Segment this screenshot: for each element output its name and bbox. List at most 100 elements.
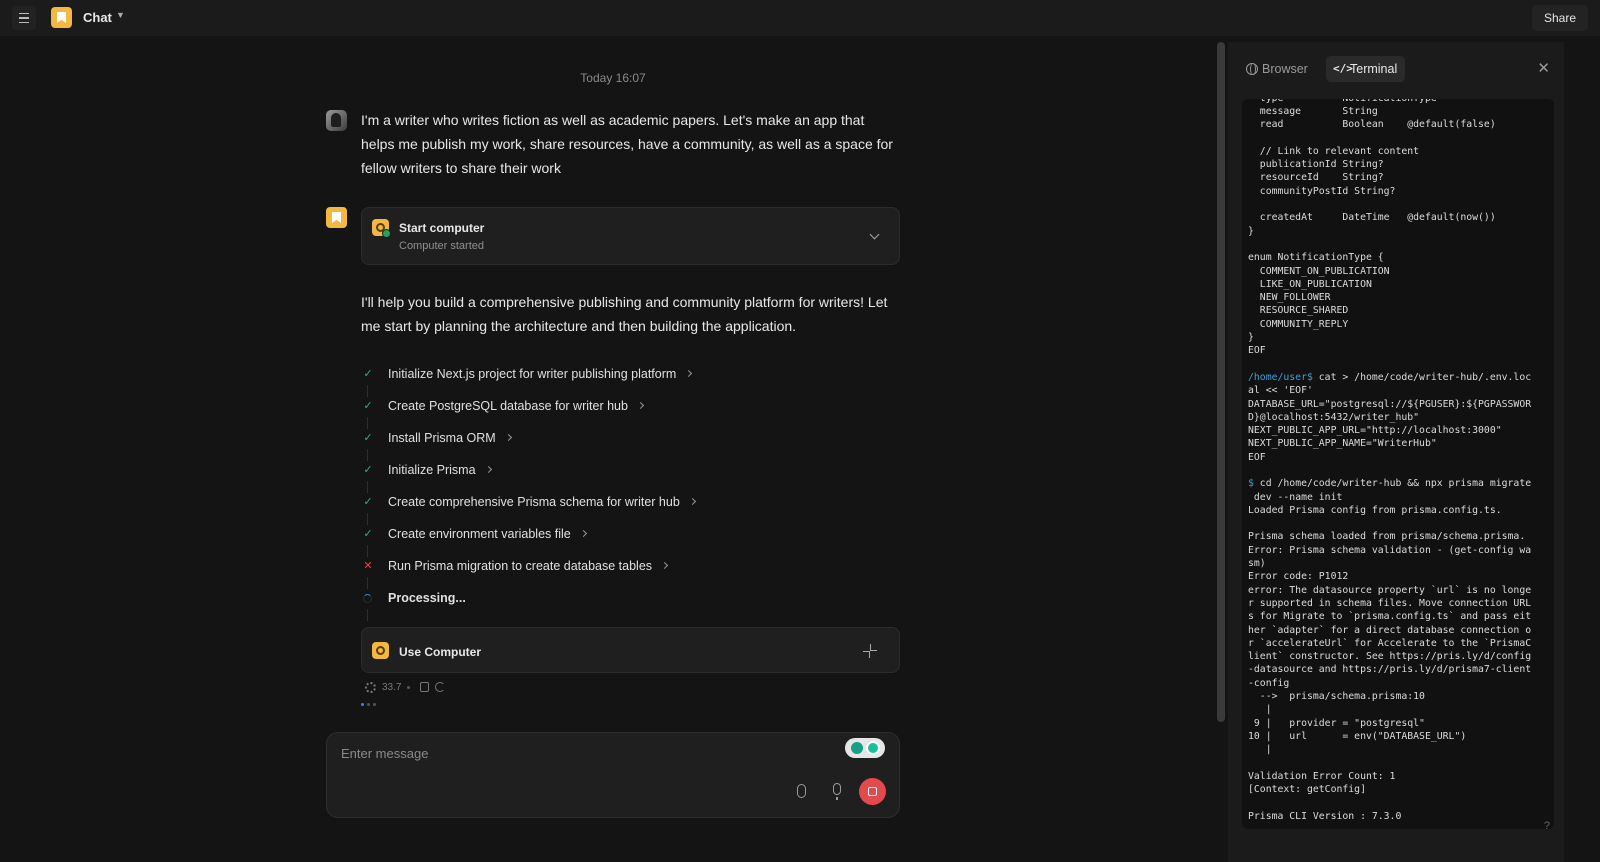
task-step[interactable]: ✓ Initialize Prisma (361, 459, 901, 493)
close-icon[interactable]: ✕ (1537, 59, 1550, 79)
chevron-right-icon[interactable] (579, 529, 587, 538)
step-label: Initialize Prisma (388, 463, 476, 477)
chevron-right-icon[interactable] (660, 561, 669, 570)
microphone-icon[interactable] (833, 783, 841, 800)
task-step[interactable]: ✓ Create comprehensive Prisma schema for… (361, 491, 901, 525)
user-message: I'm a writer who writes fiction as well … (361, 112, 893, 176)
task-step[interactable]: ✕ Run Prisma migration to create databas… (361, 555, 901, 589)
chevron-down-icon[interactable] (869, 229, 880, 240)
chat-scrollbar[interactable] (1217, 42, 1225, 722)
stop-button[interactable] (859, 778, 886, 805)
tab-terminal[interactable]: </> Terminal (1326, 56, 1406, 82)
check-icon: ✓ (363, 368, 373, 380)
task-step[interactable]: ✓ Create PostgreSQL database for writer … (361, 395, 901, 429)
terminal-line-text: -datasource and https://pris.ly/d/prisma… (1248, 664, 1532, 676)
terminal-line: | (1248, 743, 1548, 756)
terminal-line-text: DATABASE_URL="postgresql://${PGUSER}:${P… (1248, 398, 1532, 410)
check-icon: ✓ (363, 400, 373, 412)
step-label: Create comprehensive Prisma schema for w… (388, 495, 680, 509)
step-label: Install Prisma ORM (388, 431, 496, 445)
x-error-icon: ✕ (363, 560, 373, 572)
terminal-line-text: RESOURCE_SHARED (1248, 305, 1349, 317)
chevron-right-icon[interactable] (685, 369, 693, 378)
terminal-line: Error: Prisma schema validation - (get-c… (1248, 544, 1548, 557)
menu-icon[interactable] (12, 6, 36, 30)
app-logo-icon (51, 7, 72, 28)
tab-browser[interactable]: Browser (1238, 56, 1316, 82)
terminal-text: type NotificationType message String rea… (1248, 99, 1548, 823)
step-label: Create PostgreSQL database for writer hu… (388, 399, 628, 413)
terminal-line: Prisma CLI Version : 7.3.0 (1248, 810, 1548, 823)
task-step[interactable]: ✓ Install Prisma ORM (361, 427, 901, 461)
terminal-line: enum NotificationType { (1248, 251, 1548, 264)
terminal-line-text: read Boolean @default(false) (1248, 119, 1496, 131)
terminal-line-text: Validation Error Count: 1 (1248, 770, 1396, 782)
grammar-extension-icon[interactable] (845, 738, 885, 758)
stop-icon (868, 787, 877, 796)
terminal-line-text: } (1248, 225, 1254, 237)
terminal-line-text: LIKE_ON_PUBLICATION (1248, 278, 1372, 290)
credits-icon (365, 681, 376, 693)
terminal-line: sm) (1248, 557, 1548, 570)
help-icon[interactable]: ? (1544, 820, 1550, 832)
share-button[interactable]: Share (1531, 5, 1588, 31)
terminal-line-text: // Link to relevant content (1248, 145, 1420, 157)
terminal-line-text: her `adapter` for a direct database conn… (1248, 624, 1532, 636)
step-label: Initialize Next.js project for writer pu… (388, 367, 677, 381)
chevron-right-icon[interactable] (484, 465, 492, 474)
refresh-icon[interactable] (435, 682, 446, 692)
terminal-line-text: EOF (1248, 451, 1266, 463)
message-composer[interactable]: Enter message (326, 732, 900, 818)
use-computer-card[interactable]: Use Computer (361, 627, 900, 673)
typing-indicator (361, 703, 376, 706)
terminal-line: RESOURCE_SHARED (1248, 304, 1548, 317)
terminal-line-text: NEXT_PUBLIC_APP_URL="http://localhost:30… (1248, 425, 1502, 437)
terminal-line-text: --> prisma/schema.prisma:10 (1248, 691, 1425, 703)
chevron-right-icon[interactable] (688, 497, 696, 506)
terminal-line-text: lient` constructor. See https://pris.ly/… (1248, 651, 1532, 663)
check-badge-icon (382, 229, 391, 238)
terminal-line: EOF (1248, 451, 1548, 464)
collapse-icon[interactable] (863, 644, 877, 658)
terminal-line-text: publicationId String? (1248, 159, 1384, 171)
terminal-line-text: dev --name init (1248, 491, 1343, 503)
terminal-line: [Context: getConfig] (1248, 783, 1548, 796)
task-step[interactable]: ✓ Initialize Next.js project for writer … (361, 363, 901, 397)
terminal-line: publicationId String? (1248, 158, 1548, 171)
terminal-line: Prisma schema loaded from prisma/schema.… (1248, 530, 1548, 543)
terminal-line-text: r `accelerateUrl` for Accelerate to the … (1248, 637, 1532, 649)
terminal-line: lient` constructor. See https://pris.ly/… (1248, 650, 1548, 663)
chevron-down-icon[interactable]: ▼ (116, 10, 125, 20)
copy-icon[interactable] (420, 682, 430, 692)
check-icon: ✓ (363, 496, 373, 508)
tab-label: Terminal (1350, 62, 1398, 76)
terminal-line-text: error: The datasource property `url` is … (1248, 584, 1532, 596)
terminal-line: /home/user$ cat > /home/code/writer-hub/… (1248, 371, 1548, 384)
chevron-right-icon[interactable] (636, 401, 644, 410)
start-computer-card[interactable]: Start computer Computer started (361, 207, 900, 265)
chat-title[interactable]: Chat (83, 10, 112, 25)
message-input[interactable]: Enter message (341, 746, 428, 761)
terminal-output[interactable]: type NotificationType message String rea… (1242, 99, 1554, 829)
chevron-right-icon[interactable] (504, 433, 512, 442)
terminal-line: Error code: P1012 (1248, 570, 1548, 583)
task-step: Processing... (361, 587, 901, 621)
terminal-line-text: COMMUNITY_REPLY (1248, 318, 1349, 330)
terminal-line: r `accelerateUrl` for Accelerate to the … (1248, 637, 1548, 650)
terminal-line-text: al << 'EOF' (1248, 385, 1313, 397)
assistant-message: I'll help you build a comprehensive publ… (361, 294, 888, 334)
terminal-line: EOF (1248, 344, 1548, 357)
terminal-line-text: createdAt DateTime @default(now()) (1248, 212, 1496, 224)
tab-label: Browser (1262, 62, 1308, 76)
check-icon: ✓ (363, 528, 373, 540)
terminal-line: --> prisma/schema.prisma:10 (1248, 690, 1548, 703)
terminal-line-text: resourceId String? (1248, 172, 1384, 184)
terminal-line-text: Loaded Prisma config from prisma.config.… (1248, 504, 1502, 516)
terminal-line: resourceId String? (1248, 171, 1548, 184)
terminal-line: | (1248, 703, 1548, 716)
task-step[interactable]: ✓ Create environment variables file (361, 523, 901, 557)
paperclip-icon[interactable] (797, 784, 806, 798)
